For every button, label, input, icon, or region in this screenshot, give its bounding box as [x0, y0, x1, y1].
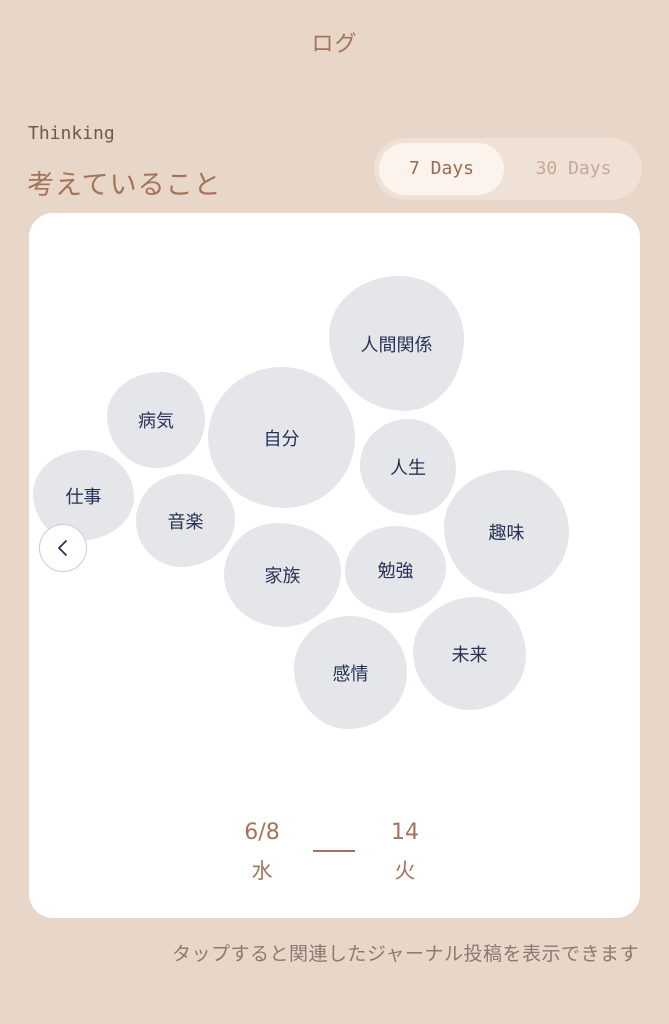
topic-label: 未来 [451, 644, 488, 666]
range-toggle: 7 Days 30 Days [374, 138, 642, 200]
start-date: 6/8 水 [227, 820, 297, 884]
topic-bubble[interactable]: 人間関係 [329, 276, 464, 411]
topic-bubble[interactable]: 感情 [294, 616, 407, 729]
page-title: ログ [311, 32, 358, 57]
footer-hint: タップすると関連したジャーナル投稿を表示できます [171, 943, 639, 965]
section-title-en: Thinking [28, 123, 115, 144]
topic-bubble[interactable]: 家族 [224, 523, 341, 627]
topic-bubble[interactable]: 勉強 [345, 526, 446, 613]
topic-label: 仕事 [65, 486, 102, 508]
topic-label: 音楽 [167, 511, 204, 533]
topic-bubble[interactable]: 仕事 [33, 450, 134, 541]
topic-label: 勉強 [377, 560, 414, 582]
topic-label: 人間関係 [360, 334, 433, 356]
topic-bubble[interactable]: 自分 [208, 367, 355, 508]
end-date-weekday: 火 [394, 859, 416, 883]
section-title-ja: 考えていること [27, 170, 222, 201]
topic-bubble[interactable]: 未来 [413, 597, 526, 710]
topic-label: 人生 [390, 458, 426, 479]
end-date-day: 14 [391, 820, 419, 845]
topic-bubble[interactable]: 音楽 [136, 474, 235, 567]
date-range-separator [313, 850, 355, 852]
range-7-days-button[interactable]: 7 Days [379, 143, 504, 195]
topic-label: 病気 [138, 411, 174, 432]
topic-label: 趣味 [488, 523, 525, 544]
start-date-weekday: 水 [251, 859, 273, 883]
topic-label: 感情 [332, 663, 369, 685]
topic-label: 自分 [263, 428, 300, 450]
topic-bubble[interactable]: 病気 [107, 372, 205, 468]
start-date-day: 6/8 [244, 820, 280, 845]
end-date: 14 火 [370, 820, 440, 884]
topic-bubble[interactable]: 趣味 [444, 470, 569, 594]
chevron-left-icon [58, 540, 67, 556]
topic-bubble[interactable]: 人生 [360, 419, 456, 515]
topic-label: 家族 [264, 566, 301, 587]
topic-card: 人間関係 病気 自分 人生 仕事 音楽 趣味 家族 勉強 未来 感情 6/8 水 [29, 213, 640, 918]
previous-button[interactable] [39, 524, 87, 572]
range-30-days-button[interactable]: 30 Days [511, 143, 636, 195]
